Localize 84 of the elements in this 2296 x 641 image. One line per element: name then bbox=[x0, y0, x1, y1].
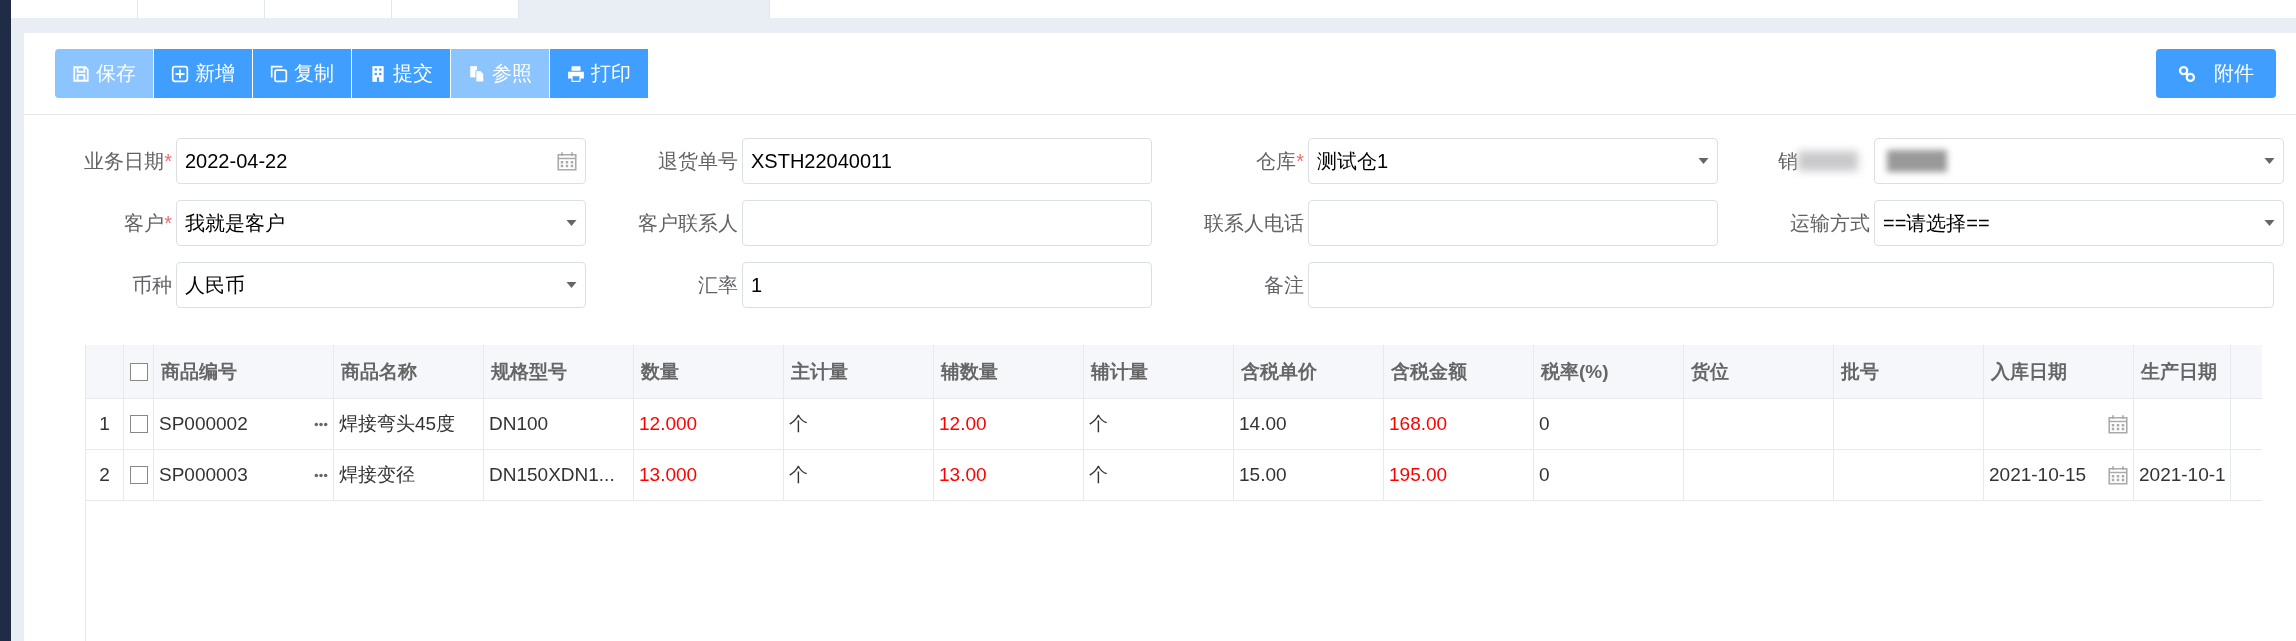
input-field[interactable]: XSTH22040011 bbox=[742, 138, 1152, 184]
table-cell: SP000003 bbox=[159, 464, 248, 486]
table-cell: 168.00 bbox=[1389, 413, 1448, 435]
column-header: 税率(%) bbox=[1541, 359, 1609, 384]
printer-icon bbox=[567, 64, 585, 83]
dropdown-field[interactable]: 我就是客户 bbox=[176, 200, 586, 246]
dropdown-field[interactable]: 人民币 bbox=[176, 262, 586, 308]
column-header: 含税金额 bbox=[1391, 359, 1467, 384]
table-cell-text: 焊接变径 bbox=[339, 463, 415, 487]
caret-icon bbox=[1698, 158, 1709, 164]
table-cell: 2021-10-1 bbox=[2139, 464, 2226, 486]
table-cell: DN100 bbox=[489, 413, 549, 435]
field-label: 运输方式 bbox=[1790, 210, 1870, 236]
input-field[interactable]: 1 bbox=[742, 262, 1152, 308]
plus-icon bbox=[171, 64, 189, 83]
required-mark: * bbox=[164, 211, 172, 235]
table-cell: 13.000 bbox=[639, 464, 698, 486]
field-label: 仓库 bbox=[1256, 148, 1297, 174]
column-header: 主计量 bbox=[791, 359, 848, 384]
row-number: 1 bbox=[99, 413, 110, 435]
dropdown-field[interactable]: 测试仓1 bbox=[1308, 138, 1718, 184]
input-field[interactable] bbox=[1308, 262, 2274, 308]
column-header: 规格型号 bbox=[491, 359, 567, 384]
field-label: 备注 bbox=[1264, 272, 1304, 298]
field-label: 联系人电话 bbox=[1204, 210, 1304, 236]
input-field[interactable] bbox=[742, 200, 1152, 246]
column-header: 商品编号 bbox=[161, 359, 237, 384]
table-cell: 195.00 bbox=[1389, 464, 1448, 486]
field-label: 客户 bbox=[124, 210, 165, 236]
more-icon[interactable] bbox=[314, 421, 328, 427]
column-header: 货位 bbox=[1691, 359, 1729, 384]
date-field[interactable]: 2022-04-22 bbox=[176, 138, 586, 184]
table-cell: 0 bbox=[1539, 464, 1550, 486]
column-header: 含税单价 bbox=[1241, 359, 1317, 384]
column-header: 批号 bbox=[1841, 359, 1879, 384]
caret-icon bbox=[566, 220, 577, 226]
calendar-icon[interactable] bbox=[2108, 465, 2128, 485]
row-number: 2 bbox=[99, 464, 110, 486]
table-cell: 0 bbox=[1539, 413, 1550, 435]
column-header: 辅计量 bbox=[1091, 359, 1148, 384]
table-cell-text: 焊接弯头45度 bbox=[339, 412, 456, 436]
table-cell-text: 个 bbox=[1089, 463, 1108, 487]
field-label: 汇率 bbox=[698, 272, 738, 298]
table-cell-text: 个 bbox=[1089, 412, 1108, 436]
calendar-icon bbox=[557, 151, 577, 171]
documents-icon bbox=[468, 64, 486, 83]
checkbox[interactable] bbox=[129, 466, 148, 484]
table-cell: 15.00 bbox=[1239, 464, 1287, 486]
table-cell: 14.00 bbox=[1239, 413, 1287, 435]
dropdown-field[interactable]: ==请选择== bbox=[1874, 200, 2284, 246]
table-cell: DN150XDN1... bbox=[489, 464, 615, 486]
checkbox[interactable] bbox=[129, 415, 148, 433]
caret-icon bbox=[566, 282, 577, 288]
field-label: 币种 bbox=[132, 272, 172, 298]
table-cell: SP000002 bbox=[159, 413, 248, 435]
table-cell: 2021-10-15 bbox=[1989, 464, 2087, 486]
table-cell: 12.00 bbox=[939, 413, 987, 435]
required-mark: * bbox=[164, 149, 172, 173]
blurred-label bbox=[1798, 151, 1858, 171]
building-icon bbox=[369, 64, 387, 83]
field-label: 客户联系人 bbox=[638, 210, 738, 236]
column-header: 辅数量 bbox=[941, 359, 998, 384]
link-icon bbox=[2178, 64, 2196, 83]
column-header: 入库日期 bbox=[1991, 359, 2067, 384]
column-header: 数量 bbox=[641, 359, 679, 384]
table-cell-text: 个 bbox=[789, 412, 808, 436]
more-icon[interactable] bbox=[314, 472, 328, 478]
caret-icon bbox=[2264, 158, 2275, 164]
field-label: 业务日期 bbox=[84, 148, 165, 174]
table-cell-text: 个 bbox=[789, 463, 808, 487]
checkbox[interactable] bbox=[129, 362, 148, 381]
column-header: 商品名称 bbox=[341, 359, 417, 384]
column-header: 生产日期 bbox=[2141, 359, 2217, 384]
copy-icon bbox=[270, 64, 288, 83]
input-field[interactable] bbox=[1308, 200, 1718, 246]
dropdown-field[interactable] bbox=[1874, 138, 2284, 184]
table-cell: 13.00 bbox=[939, 464, 987, 486]
caret-icon bbox=[2264, 220, 2275, 226]
calendar-icon[interactable] bbox=[2108, 414, 2128, 434]
required-mark: * bbox=[1296, 149, 1304, 173]
table-cell: 12.000 bbox=[639, 413, 698, 435]
field-label: 销 bbox=[1778, 148, 1798, 174]
save-icon bbox=[72, 64, 90, 83]
field-label: 退货单号 bbox=[658, 148, 738, 174]
